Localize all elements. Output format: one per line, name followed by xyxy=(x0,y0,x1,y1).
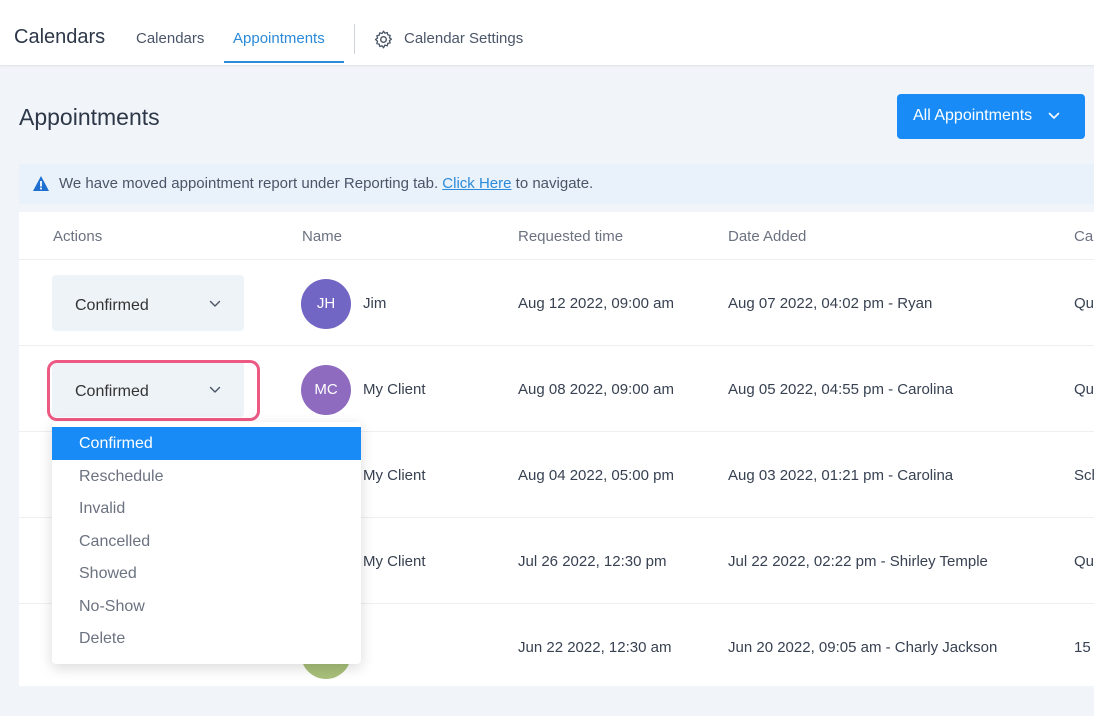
status-select[interactable]: Confirmed xyxy=(52,275,244,331)
app-title: Calendars xyxy=(14,26,106,48)
menu-item-invalid[interactable]: Invalid xyxy=(52,492,361,525)
menu-item-label: Showed xyxy=(79,565,137,582)
table-row: Confirmed JH Jim Aug 12 2022, 09:00 am A… xyxy=(19,259,1094,345)
calendar-name: 15 xyxy=(1074,639,1091,656)
contact-name[interactable]: My Client xyxy=(363,467,426,484)
column-header-actions: Actions xyxy=(53,228,103,245)
all-appointments-button[interactable]: All Appointments xyxy=(897,94,1085,139)
menu-item-confirmed[interactable]: Confirmed xyxy=(52,427,361,460)
warning-icon xyxy=(33,176,49,191)
requested-time: Aug 12 2022, 09:00 am xyxy=(518,295,674,312)
banner-text-before: We have moved appointment report under R… xyxy=(59,175,439,192)
menu-item-label: No-Show xyxy=(79,598,145,615)
chevron-down-icon xyxy=(1048,112,1060,119)
date-added: Aug 03 2022, 01:21 pm - Carolina xyxy=(728,467,954,484)
menu-item-label: Reschedule xyxy=(79,468,164,485)
column-header-requested-time: Requested time xyxy=(518,228,624,245)
gear-icon[interactable] xyxy=(373,29,394,50)
contact-name[interactable]: My Client xyxy=(363,381,426,398)
date-added: Aug 05 2022, 04:55 pm - Carolina xyxy=(728,381,954,398)
requested-time: Aug 04 2022, 05:00 pm xyxy=(518,467,674,484)
menu-item-no-show[interactable]: No-Show xyxy=(52,590,361,623)
click-here-link[interactable]: Click Here xyxy=(442,175,511,192)
calendar-name: Qu xyxy=(1074,553,1094,570)
column-header-date-added: Date Added xyxy=(728,228,807,245)
all-appointments-label: All Appointments xyxy=(913,107,1033,124)
status-dropdown-menu: Confirmed Reschedule Invalid Cancelled S… xyxy=(52,422,361,664)
top-navigation: Calendars Calendars Appointments Calenda… xyxy=(0,0,1094,66)
highlight-outline xyxy=(47,360,260,421)
active-tab-indicator xyxy=(224,61,344,63)
requested-time: Jun 22 2022, 12:30 am xyxy=(518,639,672,656)
menu-item-showed[interactable]: Showed xyxy=(52,557,361,590)
tab-calendar-settings[interactable]: Calendar Settings xyxy=(404,30,523,47)
tab-appointments[interactable]: Appointments xyxy=(233,30,325,47)
banner-text: We have moved appointment report under R… xyxy=(59,175,593,192)
status-select-value: Confirmed xyxy=(75,297,149,314)
page-title: Appointments xyxy=(19,104,160,130)
requested-time: Jul 26 2022, 12:30 pm xyxy=(518,553,667,570)
calendar-name: Sch xyxy=(1074,467,1094,484)
contact-name[interactable]: My Client xyxy=(363,553,426,570)
date-added: Jun 20 2022, 09:05 am - Charly Jackson xyxy=(728,639,998,656)
avatar: MC xyxy=(301,365,351,415)
date-added: Aug 07 2022, 04:02 pm - Ryan xyxy=(728,295,933,312)
chevron-down-icon xyxy=(209,300,221,307)
menu-item-cancelled[interactable]: Cancelled xyxy=(52,525,361,558)
tab-calendars[interactable]: Calendars xyxy=(136,30,204,47)
calendar-name: Qu xyxy=(1074,295,1094,312)
column-header-calendar: Cal xyxy=(1074,228,1094,245)
info-banner: We have moved appointment report under R… xyxy=(19,164,1094,204)
menu-item-delete[interactable]: Delete xyxy=(52,622,361,655)
column-header-name: Name xyxy=(302,228,343,245)
calendar-name: Qu xyxy=(1074,381,1094,398)
menu-item-reschedule[interactable]: Reschedule xyxy=(52,460,361,493)
menu-item-label: Delete xyxy=(79,630,126,647)
nav-divider xyxy=(354,24,355,54)
requested-time: Aug 08 2022, 09:00 am xyxy=(518,381,674,398)
avatar: JH xyxy=(301,279,351,329)
menu-item-label: Cancelled xyxy=(79,533,151,550)
banner-text-after: to navigate. xyxy=(515,175,594,192)
menu-item-label: Confirmed xyxy=(79,435,153,452)
menu-item-label: Invalid xyxy=(79,500,126,517)
date-added: Jul 22 2022, 02:22 pm - Shirley Temple xyxy=(728,553,988,570)
contact-name[interactable]: Jim xyxy=(363,295,386,312)
